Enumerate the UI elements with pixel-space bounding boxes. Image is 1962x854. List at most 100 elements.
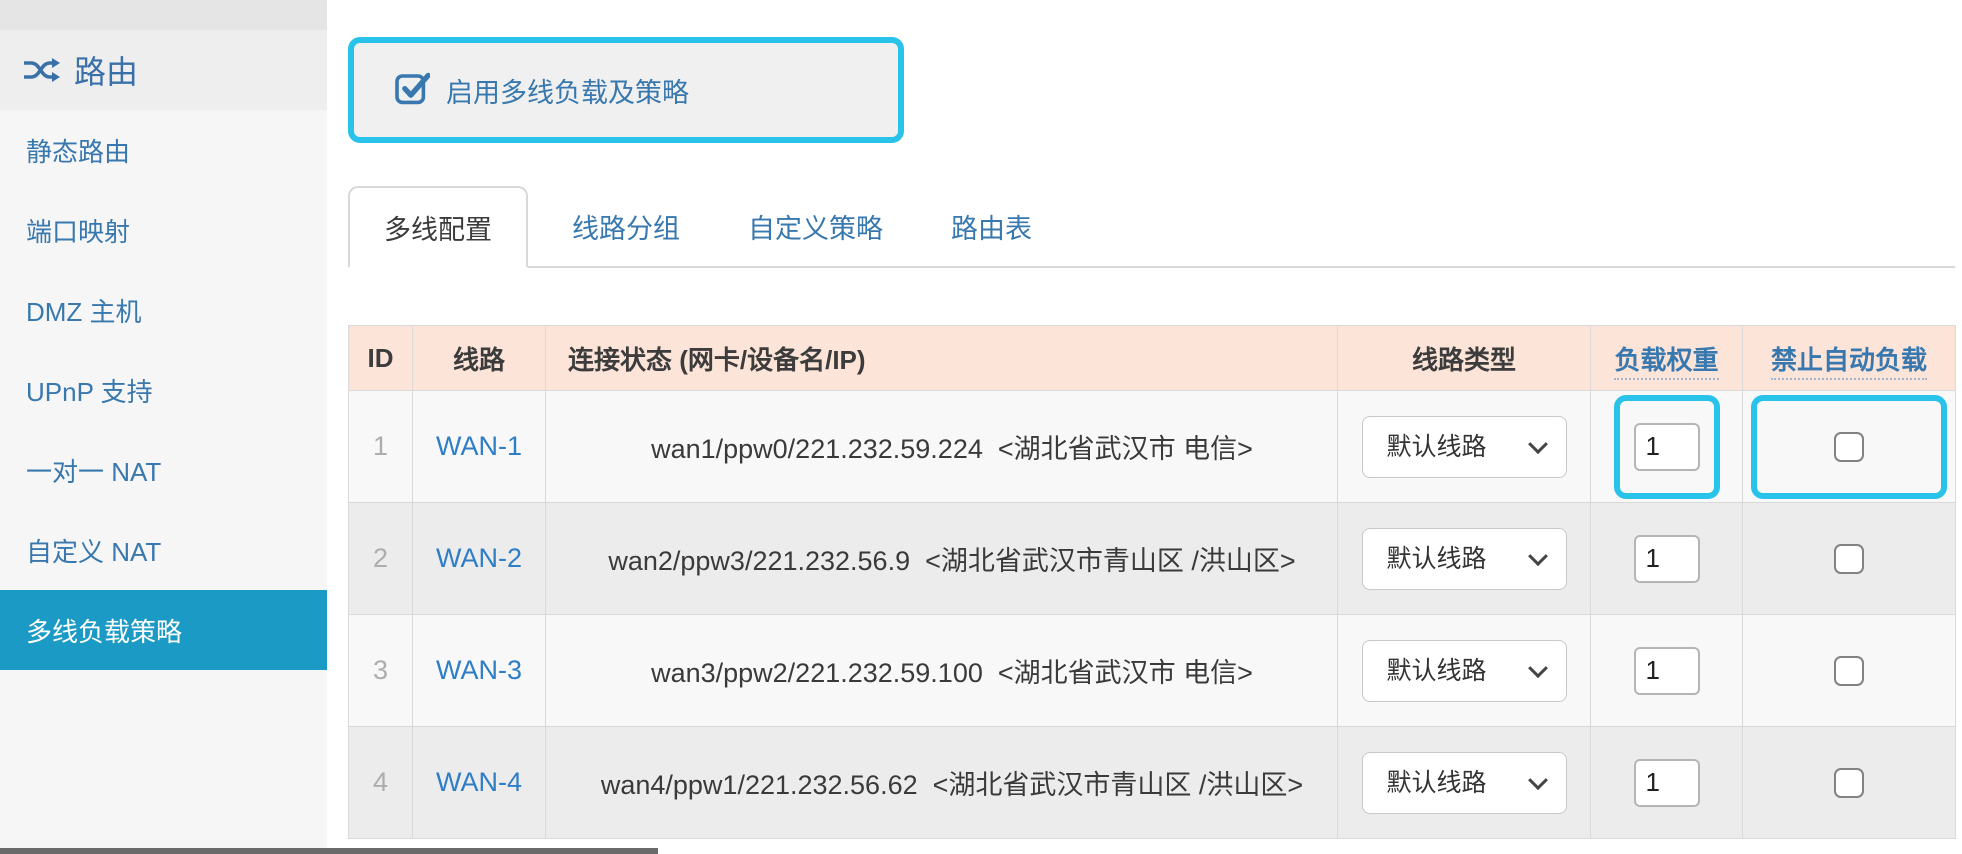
sidebar-item-custom-nat[interactable]: 自定义 NAT [0,510,327,590]
highlight-box [1614,395,1720,499]
enable-multiline-highlight-box[interactable]: 启用多线负载及策略 [348,37,904,143]
line-type-select-wrap: 默认线路 [1362,528,1567,590]
weight-input[interactable] [1634,423,1700,471]
id-cell: 4 [349,727,413,839]
col-header-id: ID [349,326,413,391]
table-row: 4 WAN-4 wan4/ppw1/221.232.56.62 <湖北省武汉市青… [349,727,1956,839]
weight-cell [1591,391,1743,503]
status-cell: wan4/ppw1/221.232.56.62 <湖北省武汉市青山区 /洪山区> [546,727,1338,839]
line-type-cell: 默认线路 [1338,615,1591,727]
tab-custom-policy[interactable]: 自定义策略 [724,186,907,266]
enable-multiline-label: 启用多线负载及策略 [446,71,689,110]
disable-auto-load-checkbox[interactable] [1834,768,1864,798]
sidebar-item-label: 多线负载策略 [26,612,182,649]
id-cell: 3 [349,615,413,727]
table-row: 3 WAN-3 wan3/ppw2/221.232.59.100 <湖北省武汉市… [349,615,1956,727]
sidebar-item-label: UPnP 支持 [26,372,153,409]
table-row: 2 WAN-2 wan2/ppw3/221.232.56.9 <湖北省武汉市青山… [349,503,1956,615]
tab-routing-table[interactable]: 路由表 [927,186,1056,266]
col-header-disable: 禁止自动负载 [1743,326,1956,391]
col-header-line: 线路 [413,326,546,391]
id-cell: 1 [349,391,413,503]
tab-label: 路由表 [951,207,1032,246]
checkbox-box [1751,507,1947,611]
table-header-row: ID 线路 连接状态 (网卡/设备名/IP) 线路类型 负载权重 禁止自动负载 [349,326,1956,391]
sidebar-item-dmz-host[interactable]: DMZ 主机 [0,270,327,350]
weight-box [1614,731,1720,835]
line-type-cell: 默认线路 [1338,503,1591,615]
tab-multiline-config[interactable]: 多线配置 [348,186,528,268]
line-type-cell: 默认线路 [1338,727,1591,839]
disable-auto-load-checkbox[interactable] [1834,432,1864,462]
sidebar-item-static-routes[interactable]: 静态路由 [0,110,327,190]
line-type-select[interactable]: 默认线路 [1362,528,1567,590]
shuffle-icon [22,55,60,85]
line-cell: WAN-1 [413,391,546,503]
weight-input[interactable] [1634,759,1700,807]
sidebar-title-label: 路由 [74,47,138,93]
weight-cell [1591,615,1743,727]
sidebar: 路由 静态路由 端口映射 DMZ 主机 UPnP 支持 一对一 NAT 自定义 … [0,0,327,854]
sidebar-item-label: 自定义 NAT [26,532,161,569]
disable-cell [1743,615,1956,727]
line-type-select-wrap: 默认线路 [1362,640,1567,702]
tab-label: 线路分组 [572,207,680,246]
disable-auto-load-checkbox[interactable] [1834,656,1864,686]
sidebar-item-label: 端口映射 [26,212,130,249]
line-cell: WAN-2 [413,503,546,615]
line-type-select-wrap: 默认线路 [1362,752,1567,814]
checkbox-box [1751,619,1947,723]
sidebar-item-label: DMZ 主机 [26,292,142,329]
sidebar-header: 路由 [0,0,327,110]
line-type-select-wrap: 默认线路 [1362,416,1567,478]
status-cell: wan3/ppw2/221.232.59.100 <湖北省武汉市 电信> [546,615,1338,727]
disable-help-link[interactable]: 禁止自动负载 [1771,345,1927,380]
line-type-select[interactable]: 默认线路 [1362,416,1567,478]
col-header-weight: 负载权重 [1591,326,1743,391]
tab-label: 自定义策略 [748,207,883,246]
table-row: 1 WAN-1 wan1/ppw0/221.232.59.224 <湖北省武汉市… [349,391,1956,503]
sidebar-item-label: 一对一 NAT [26,452,161,489]
line-type-cell: 默认线路 [1338,391,1591,503]
checkbox-box [1751,731,1947,835]
line-type-select[interactable]: 默认线路 [1362,752,1567,814]
status-cell: wan2/ppw3/221.232.56.9 <湖北省武汉市青山区 /洪山区> [546,503,1338,615]
weight-cell [1591,727,1743,839]
tab-bar: 多线配置 线路分组 自定义策略 路由表 [348,186,1955,268]
tab-line-grouping[interactable]: 线路分组 [548,186,704,266]
wan-lines-table: ID 线路 连接状态 (网卡/设备名/IP) 线路类型 负载权重 禁止自动负载 … [348,325,1956,839]
col-header-status: 连接状态 (网卡/设备名/IP) [546,326,1338,391]
wan-line-link[interactable]: WAN-4 [436,767,522,797]
sidebar-item-label: 静态路由 [26,132,130,169]
sidebar-section-routing[interactable]: 路由 [22,30,138,110]
highlight-box [1751,395,1947,499]
line-type-select[interactable]: 默认线路 [1362,640,1567,702]
line-cell: WAN-4 [413,727,546,839]
sidebar-item-multiline-load-policy[interactable]: 多线负载策略 [0,590,327,670]
router-admin-page: 路由 静态路由 端口映射 DMZ 主机 UPnP 支持 一对一 NAT 自定义 … [0,0,1962,854]
id-cell: 2 [349,503,413,615]
weight-cell [1591,503,1743,615]
sidebar-top-strip [0,0,327,30]
disable-cell [1743,727,1956,839]
checkbox-checked-icon[interactable] [394,70,430,111]
weight-input[interactable] [1634,535,1700,583]
sidebar-item-upnp[interactable]: UPnP 支持 [0,350,327,430]
weight-box [1614,507,1720,611]
disable-cell [1743,391,1956,503]
disable-cell [1743,503,1956,615]
wan-line-link[interactable]: WAN-3 [436,655,522,685]
line-cell: WAN-3 [413,615,546,727]
weight-box [1614,619,1720,723]
sidebar-item-one-to-one-nat[interactable]: 一对一 NAT [0,430,327,510]
status-cell: wan1/ppw0/221.232.59.224 <湖北省武汉市 电信> [546,391,1338,503]
disable-auto-load-checkbox[interactable] [1834,544,1864,574]
bottom-edge-shadow [0,848,658,854]
col-header-type: 线路类型 [1338,326,1591,391]
wan-line-link[interactable]: WAN-2 [436,543,522,573]
wan-line-link[interactable]: WAN-1 [436,431,522,461]
weight-help-link[interactable]: 负载权重 [1614,345,1718,380]
sidebar-item-port-mapping[interactable]: 端口映射 [0,190,327,270]
sidebar-menu: 静态路由 端口映射 DMZ 主机 UPnP 支持 一对一 NAT 自定义 NAT… [0,110,327,670]
weight-input[interactable] [1634,647,1700,695]
